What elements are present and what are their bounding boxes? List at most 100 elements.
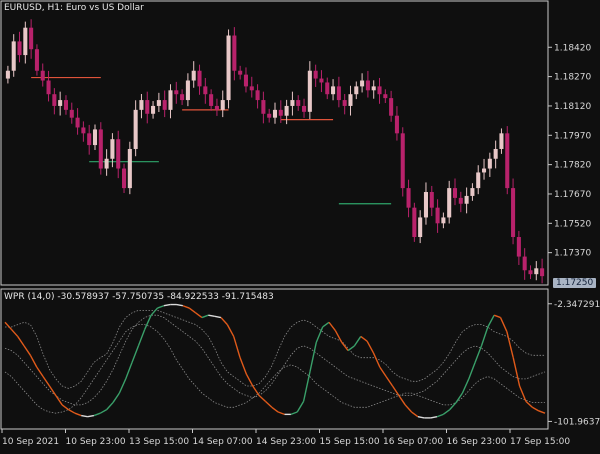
current-price-tag: 1.17250 bbox=[553, 278, 597, 288]
time-tick-label: 13 Sep 15:00 bbox=[129, 437, 189, 447]
wpr-line bbox=[4, 303, 546, 419]
price-tick-label: 1.17520 bbox=[554, 219, 591, 229]
candle-body bbox=[505, 133, 510, 189]
candle-body bbox=[185, 80, 190, 101]
wpr-segment bbox=[188, 307, 197, 314]
candle-body bbox=[302, 105, 307, 112]
candle-body bbox=[441, 217, 446, 224]
wpr-segment bbox=[68, 409, 76, 414]
wpr-band bbox=[5, 309, 545, 389]
candle-body bbox=[243, 74, 248, 87]
candle-body bbox=[209, 94, 214, 106]
candle-body bbox=[377, 86, 382, 95]
candle-body bbox=[116, 139, 121, 169]
candle-body bbox=[151, 105, 156, 114]
time-tick-label: 15 Sep 15:00 bbox=[320, 437, 380, 447]
wpr-value-2: -57.750735 bbox=[112, 292, 165, 302]
candle-body bbox=[342, 100, 347, 106]
wpr-segment bbox=[468, 362, 476, 380]
candle-body bbox=[69, 109, 74, 118]
wpr-segment bbox=[322, 321, 330, 328]
candle-body bbox=[214, 105, 219, 110]
wpr-segment bbox=[233, 336, 241, 358]
wpr-segment bbox=[150, 307, 158, 316]
candle-body bbox=[145, 100, 150, 114]
candle-body bbox=[423, 192, 428, 218]
wpr-segment bbox=[17, 336, 25, 347]
wpr-segment bbox=[118, 378, 127, 394]
candle-body bbox=[290, 100, 295, 106]
wpr-value-3: -84.922533 bbox=[166, 292, 219, 302]
candles bbox=[5, 19, 545, 284]
candle-body bbox=[365, 80, 370, 91]
candle-body bbox=[516, 237, 521, 257]
wpr-segment bbox=[55, 395, 63, 406]
wpr-segment bbox=[239, 357, 248, 375]
chart-canvas[interactable]: 1.18420 1.18270 1.18120 1.17970 1.17820 1.176… bbox=[0, 0, 600, 450]
time-tick-label: 14 Sep 07:00 bbox=[193, 437, 253, 447]
wpr-value-4: -91.715483 bbox=[221, 292, 274, 302]
wpr-segment bbox=[531, 406, 539, 412]
wpr-segment bbox=[309, 342, 317, 373]
candle-body bbox=[540, 268, 545, 277]
candle-body bbox=[168, 90, 173, 110]
candle-body bbox=[127, 148, 132, 189]
wpr-segment bbox=[353, 336, 362, 347]
candle-body bbox=[133, 109, 138, 149]
wpr-segment bbox=[214, 315, 222, 319]
candle-body bbox=[487, 158, 492, 169]
candle-body bbox=[52, 94, 57, 106]
wpr-segment bbox=[220, 317, 228, 326]
wpr-segment bbox=[474, 345, 483, 363]
candle-body bbox=[249, 86, 254, 91]
wpr-segment bbox=[182, 305, 190, 309]
wpr-segment bbox=[334, 330, 343, 343]
candle-body bbox=[418, 217, 423, 238]
candle-body bbox=[191, 70, 196, 81]
wpr-segment bbox=[480, 326, 489, 347]
price-tick-label: 1.18270 bbox=[554, 73, 591, 83]
wpr-segment bbox=[525, 400, 533, 408]
wpr-segment bbox=[290, 411, 298, 416]
wpr-segment bbox=[398, 395, 406, 406]
wpr-segment bbox=[328, 321, 336, 331]
candle-body bbox=[87, 133, 92, 146]
wpr-segment bbox=[252, 385, 260, 396]
wpr-segment bbox=[208, 314, 215, 318]
candle-body bbox=[296, 100, 301, 106]
candle-body bbox=[522, 256, 527, 271]
candle-body bbox=[75, 117, 80, 128]
candle-body bbox=[17, 41, 22, 56]
wpr-segment bbox=[366, 340, 375, 354]
wpr-segment bbox=[449, 402, 457, 411]
candle-body bbox=[336, 86, 341, 101]
main-chart-frame bbox=[0, 0, 549, 286]
wpr-segment bbox=[512, 357, 521, 387]
candle-body bbox=[220, 100, 225, 110]
candle-body bbox=[5, 70, 10, 79]
time-tick-label: 17 Sep 15:00 bbox=[510, 437, 570, 447]
wpr-segment bbox=[442, 409, 451, 415]
candle-body bbox=[81, 127, 86, 134]
candle-body bbox=[371, 86, 376, 91]
candle-body bbox=[482, 168, 487, 173]
candle-body bbox=[232, 35, 237, 71]
candle-body bbox=[534, 268, 539, 275]
price-tick-label: 1.17370 bbox=[554, 249, 591, 259]
wpr-segment bbox=[538, 410, 546, 414]
candle-body bbox=[354, 86, 359, 95]
candle-body bbox=[255, 90, 260, 101]
wpr-segment bbox=[226, 324, 235, 337]
candle-body bbox=[63, 100, 68, 110]
candle-body bbox=[284, 105, 289, 116]
wpr-segment bbox=[106, 402, 114, 411]
candle-body bbox=[261, 100, 266, 114]
wpr-value-1: -30.578937 bbox=[57, 292, 110, 302]
wpr-header: WPR (14,0) -30.578937 -57.750735 -84.922… bbox=[4, 292, 274, 302]
wpr-segment bbox=[487, 314, 495, 328]
candle-body bbox=[162, 100, 167, 110]
candle-body bbox=[226, 35, 231, 101]
wpr-segment bbox=[296, 401, 305, 413]
candle-body bbox=[272, 109, 278, 118]
price-tick-label: 1.17970 bbox=[554, 131, 591, 141]
